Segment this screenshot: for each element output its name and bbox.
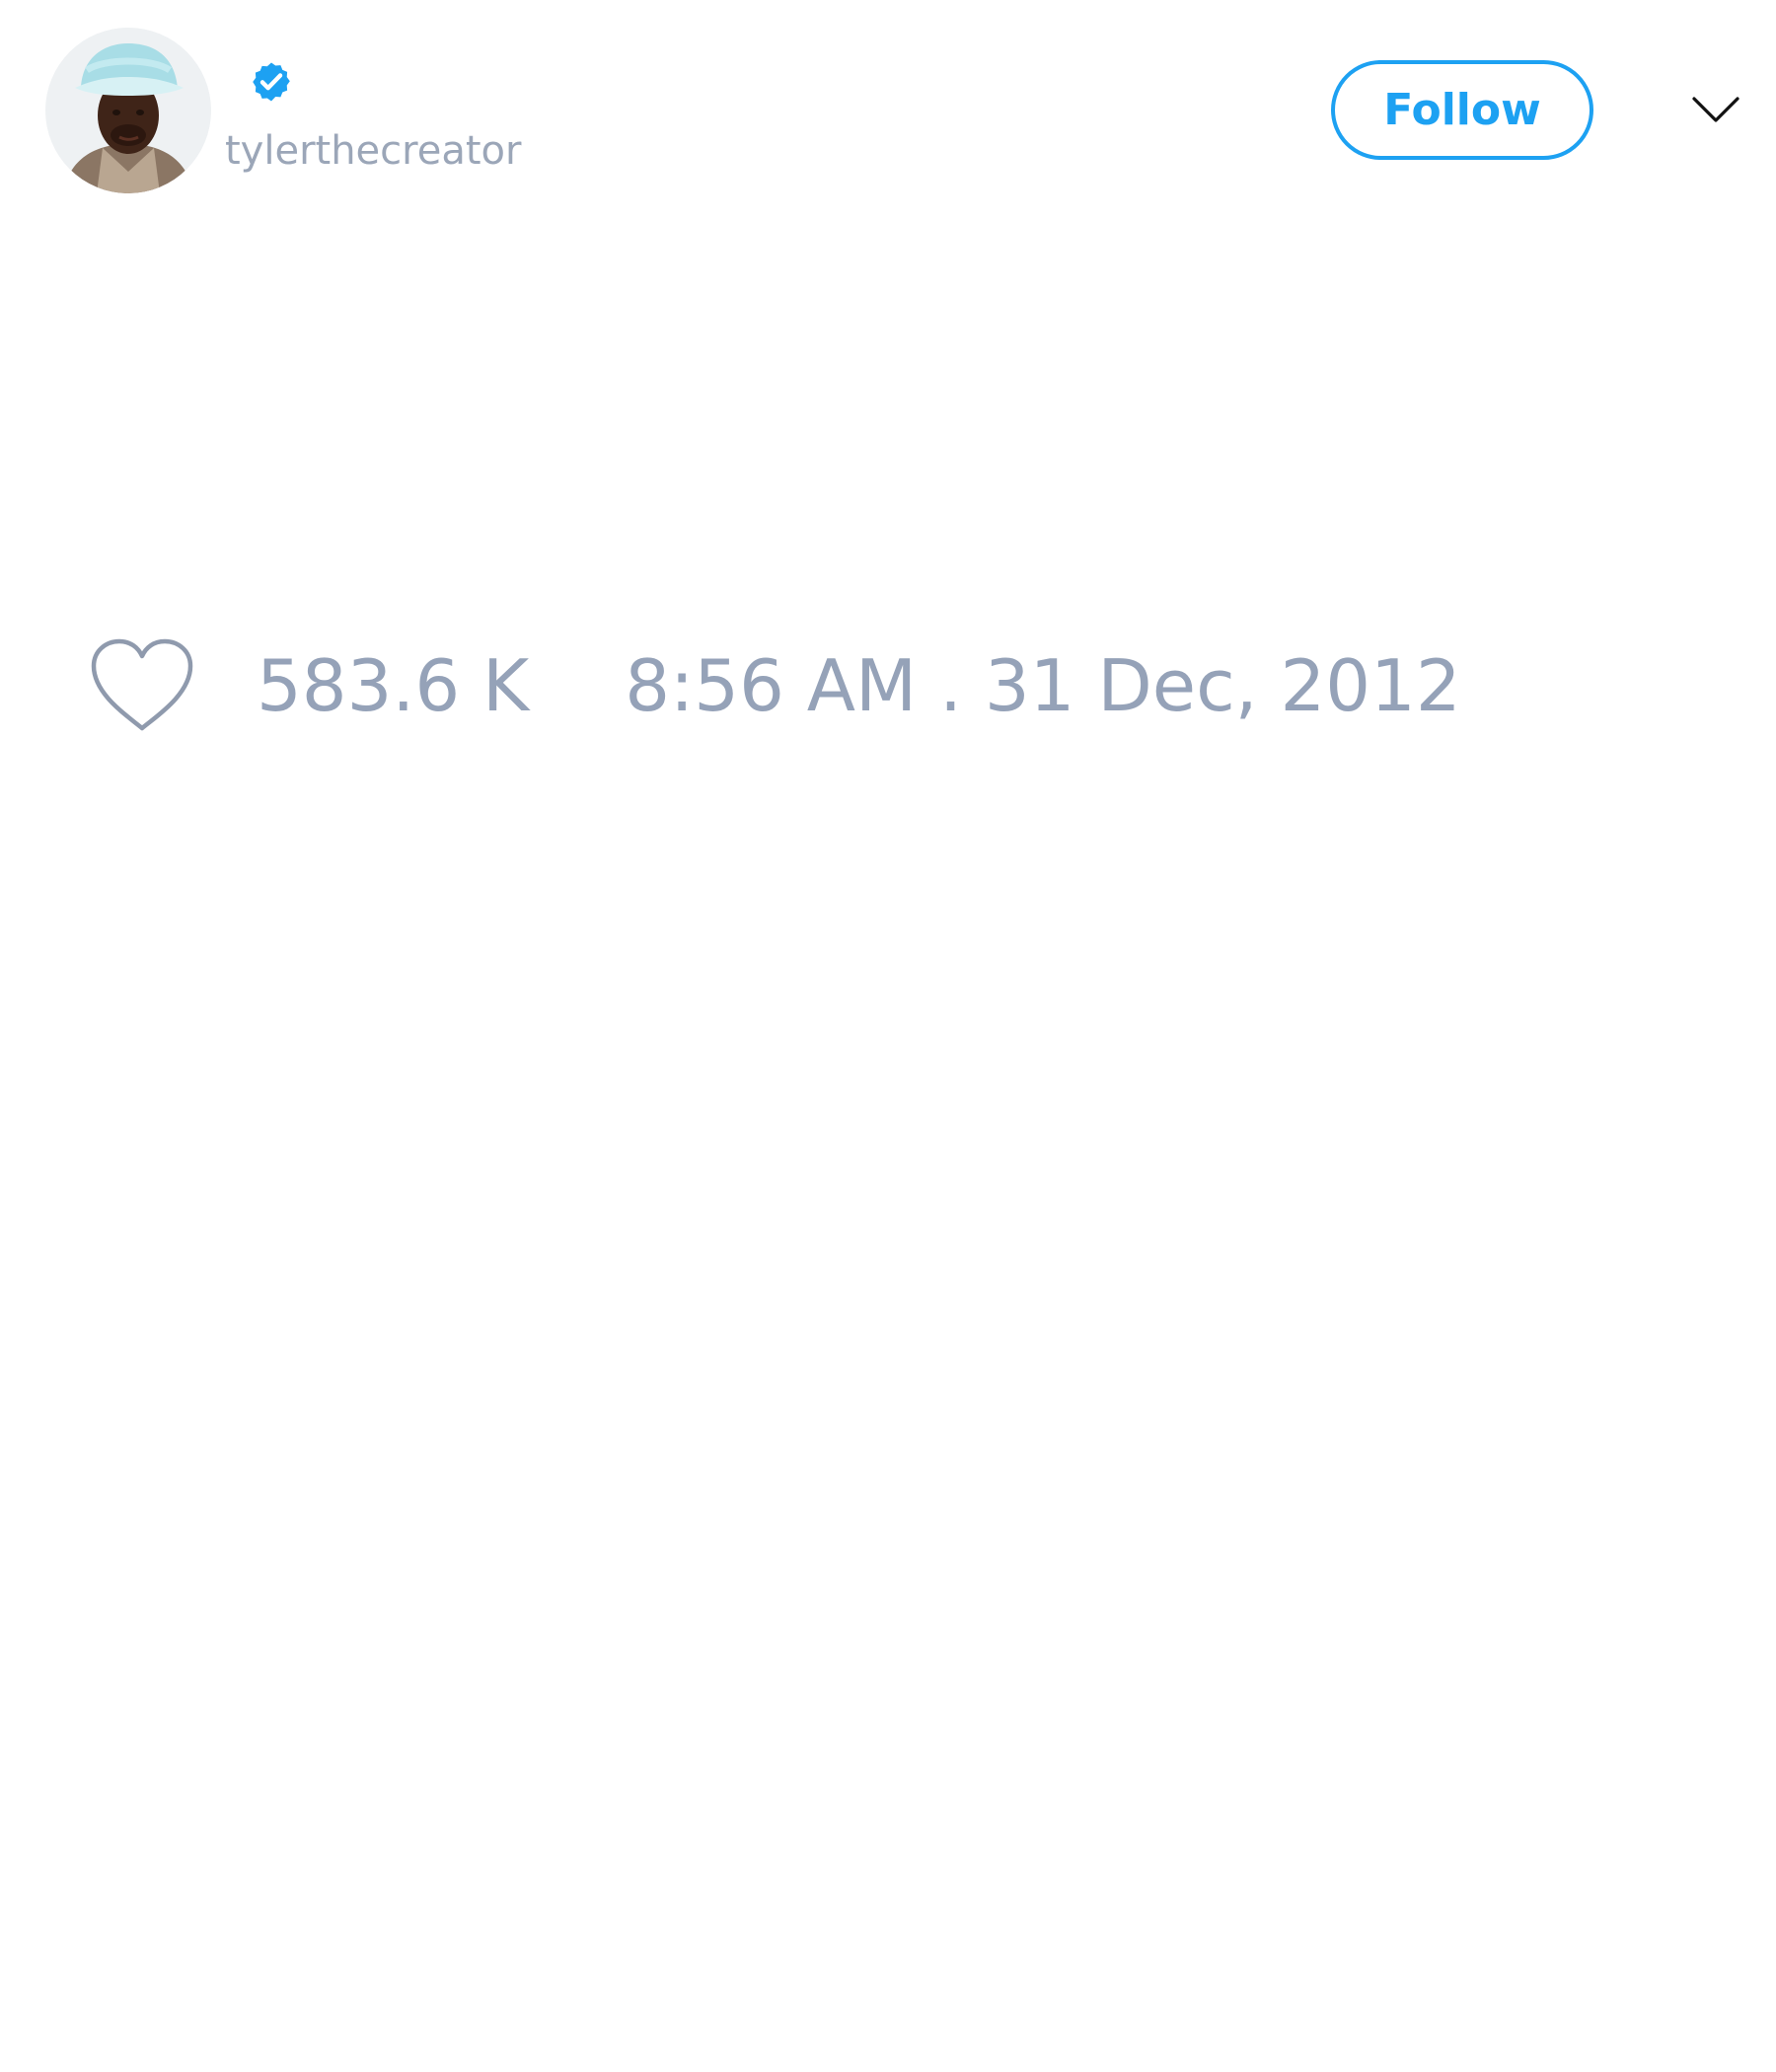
- verified-check-icon: [249, 59, 294, 105]
- heart-outline-icon[interactable]: [89, 637, 195, 734]
- chevron-down-icon[interactable]: [1691, 91, 1740, 126]
- like-count: 583.6 K: [257, 644, 530, 727]
- tweet-timestamp[interactable]: 8:56 AM . 31 Dec, 2012: [625, 650, 1460, 721]
- tweet-card: tylerthecreator Follow 583.6 K 8:56 AM .…: [0, 0, 1776, 2072]
- follow-button[interactable]: Follow: [1331, 60, 1593, 160]
- avatar[interactable]: [45, 28, 211, 193]
- tweet-stats: 583.6 K 8:56 AM . 31 Dec, 2012: [89, 631, 1461, 740]
- profile-photo: [45, 28, 211, 193]
- user-handle[interactable]: tylerthecreator: [225, 124, 521, 178]
